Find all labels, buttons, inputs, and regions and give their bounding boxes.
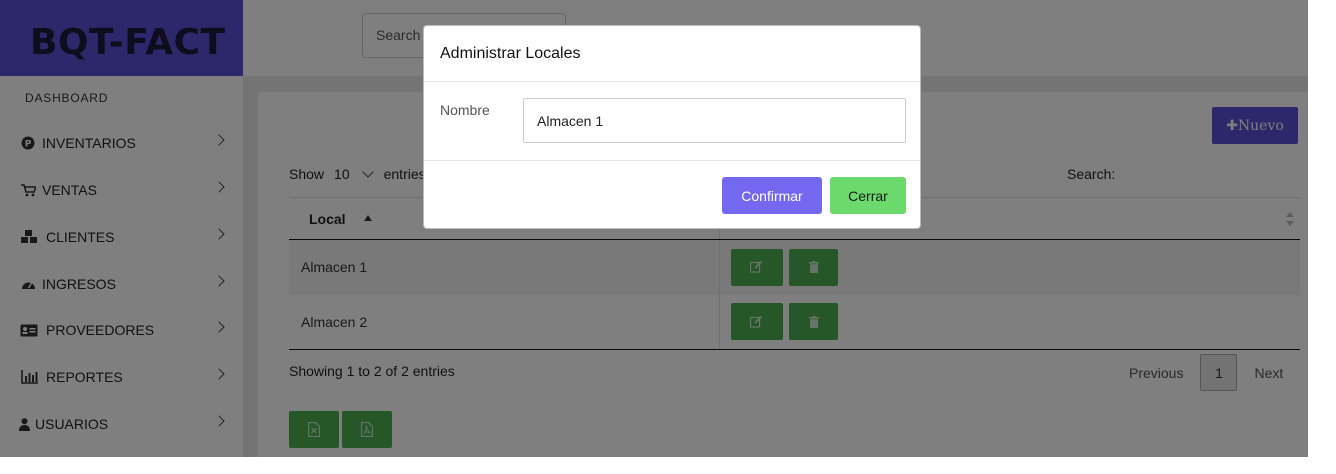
confirm-button[interactable]: Confirmar [722, 177, 822, 214]
nombre-label: Nombre [440, 102, 490, 118]
close-button[interactable]: Cerrar [830, 177, 906, 214]
modal-title: Administrar Locales [424, 26, 920, 82]
modal-footer: Confirmar Cerrar [424, 161, 920, 229]
locales-modal: Administrar Locales Nombre Confirmar Cer… [423, 25, 921, 229]
nombre-input[interactable] [523, 98, 906, 143]
modal-body: Nombre [424, 82, 920, 161]
